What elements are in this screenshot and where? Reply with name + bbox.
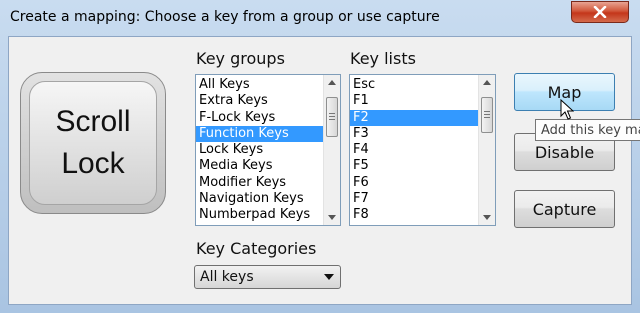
key-group-item[interactable]: Function Keys bbox=[196, 125, 340, 143]
key-group-item[interactable]: Media Keys bbox=[196, 158, 340, 174]
key-group-item[interactable]: Lock Keys bbox=[196, 142, 340, 158]
key-lists-label: Key lists bbox=[350, 49, 416, 68]
key-preview-line2: Lock bbox=[61, 147, 125, 180]
scroll-down-icon[interactable] bbox=[328, 215, 336, 220]
map-tooltip: Add this key ma bbox=[535, 119, 640, 141]
key-list-item[interactable]: F3 bbox=[350, 126, 495, 142]
key-list-item[interactable]: F6 bbox=[350, 175, 495, 191]
mapping-dialog: Create a mapping: Choose a key from a gr… bbox=[0, 0, 640, 313]
key-groups-scrollbar[interactable] bbox=[323, 75, 340, 225]
chevron-down-icon bbox=[324, 274, 334, 280]
key-group-item[interactable]: All Keys bbox=[196, 77, 340, 93]
close-icon bbox=[593, 6, 607, 18]
title-bar: Create a mapping: Choose a key from a gr… bbox=[0, 0, 640, 36]
key-group-item[interactable]: Numberpad Keys bbox=[196, 207, 340, 223]
key-group-item[interactable]: F-Lock Keys bbox=[196, 110, 340, 126]
mouse-pointer-icon bbox=[560, 99, 574, 120]
key-lists-list[interactable]: Esc F1 F2 F3 F4 F5 F6 F7 F8 bbox=[349, 74, 496, 226]
window-title: Create a mapping: Choose a key from a gr… bbox=[10, 9, 440, 25]
key-list-item[interactable]: Esc bbox=[350, 77, 495, 93]
key-preview-line1: Scroll bbox=[55, 105, 131, 138]
scroll-up-icon[interactable] bbox=[483, 80, 491, 85]
scroll-down-icon[interactable] bbox=[483, 215, 491, 220]
key-list-item[interactable]: F1 bbox=[350, 93, 495, 109]
scroll-thumb[interactable] bbox=[481, 97, 493, 133]
capture-button[interactable]: Capture bbox=[514, 190, 615, 228]
key-list-item[interactable]: F8 bbox=[350, 207, 495, 223]
key-group-item[interactable]: Modifier Keys bbox=[196, 175, 340, 191]
key-group-item[interactable]: Navigation Keys bbox=[196, 191, 340, 207]
key-categories-label: Key Categories bbox=[196, 239, 317, 258]
key-preview: Scroll Lock bbox=[20, 72, 166, 214]
close-button[interactable] bbox=[571, 1, 629, 23]
scroll-up-icon[interactable] bbox=[328, 80, 336, 85]
key-lists-scrollbar[interactable] bbox=[478, 75, 495, 225]
key-list-item[interactable]: F7 bbox=[350, 191, 495, 207]
key-list-item[interactable]: F2 bbox=[350, 109, 495, 126]
key-groups-list[interactable]: All Keys Extra Keys F-Lock Keys Function Ke… bbox=[195, 74, 341, 226]
key-preview-face: Scroll Lock bbox=[29, 81, 157, 205]
key-group-item[interactable]: Extra Keys bbox=[196, 93, 340, 109]
key-list-item[interactable]: F5 bbox=[350, 158, 495, 174]
key-categories-dropdown[interactable]: All keys bbox=[194, 265, 341, 289]
scroll-thumb[interactable] bbox=[326, 97, 338, 137]
key-categories-value: All keys bbox=[200, 269, 254, 285]
key-groups-label: Key groups bbox=[196, 49, 285, 68]
key-list-item[interactable]: F4 bbox=[350, 142, 495, 158]
